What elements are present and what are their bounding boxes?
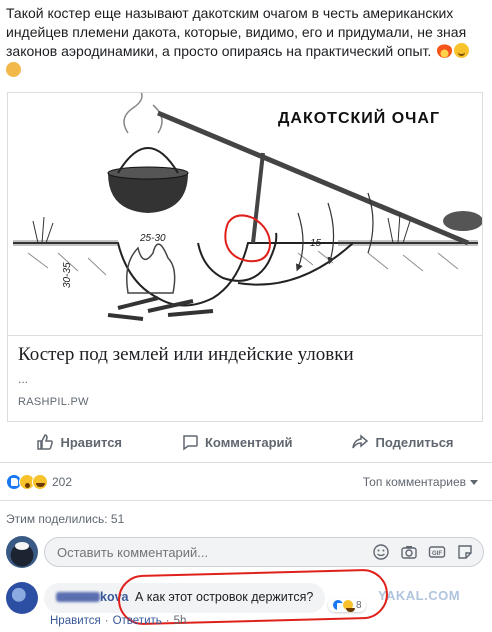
gif-icon[interactable]: GIF (428, 543, 446, 561)
hand-emoji-icon (6, 62, 21, 77)
haha-reaction-icon (32, 474, 48, 490)
share-label: Поделиться (375, 434, 454, 450)
comment: kova А как этот островок держится? 8 YAK… (6, 580, 486, 620)
comment-sort-dropdown[interactable]: Топ комментариев (363, 475, 478, 489)
illustration-heading: ДАКОТСКИЙ ОЧАГ (278, 108, 440, 127)
link-title[interactable]: Костер под землей или индейские уловки (18, 344, 354, 366)
comment-icon (183, 435, 198, 451)
dimension-channel-label: 15 (310, 238, 322, 249)
dimension-depth-label: 30-35 (62, 262, 73, 288)
dakota-fire-pit-illustration: 25-30 15 30-35 ДАКОТСКИЙ ОЧАГ (13, 93, 482, 321)
comment-label: Комментарий (204, 434, 293, 450)
divider (0, 462, 492, 463)
haha-reaction-icon (342, 599, 355, 612)
like-label: Нравится (60, 434, 123, 450)
post-body: Такой костер еще называют дакотским очаг… (6, 5, 467, 59)
separator-dot: · (165, 615, 170, 627)
composer-icons: GIF (372, 543, 474, 561)
comment-reactions[interactable]: 8 (328, 598, 366, 612)
like-button[interactable]: Нравится (36, 433, 122, 451)
share-button[interactable]: Поделиться (351, 433, 454, 451)
divider (0, 500, 492, 501)
emoji-icon[interactable] (372, 543, 390, 561)
share-arrow-icon (352, 434, 369, 449)
comment-reaction-count: 8 (356, 599, 362, 611)
comment-actions: Нравится · Ответить · 5h (50, 615, 186, 627)
link-meta[interactable]: Костер под землей или индейские уловки .… (8, 335, 482, 421)
link-domain: RASHPIL.PW (18, 396, 89, 408)
comment-button[interactable]: Комментарий (181, 433, 293, 451)
avatar[interactable] (6, 536, 38, 568)
post-actions: Нравится Комментарий Поделиться (7, 428, 483, 456)
svg-text:GIF: GIF (432, 551, 442, 557)
comment-time[interactable]: 5h (174, 615, 187, 627)
commenter-avatar[interactable] (6, 582, 38, 614)
thumbs-up-icon (37, 434, 54, 450)
sort-label: Топ комментариев (362, 475, 466, 489)
author-name-suffix: kova (100, 590, 129, 604)
camera-icon[interactable] (400, 543, 418, 561)
comment-reply-link[interactable]: Ответить (113, 615, 162, 627)
comment-text: А как этот островок держится? (134, 590, 314, 604)
smile-emoji-icon (454, 43, 470, 58)
redacted-name (56, 592, 100, 602)
link-description: ... (18, 372, 29, 386)
dimension-width-label: 25-30 (139, 233, 166, 244)
caret-down-icon (470, 479, 478, 485)
comment-like-link[interactable]: Нравится (50, 615, 101, 627)
link-preview-image[interactable]: 25-30 15 30-35 ДАКОТСКИЙ ОЧАГ (8, 93, 482, 335)
watermark: YAKAL.COM (378, 588, 461, 603)
comment-author[interactable]: kova (56, 590, 129, 604)
reactions-summary[interactable]: 202 (6, 474, 72, 490)
comment-composer: GIF (6, 536, 484, 568)
reaction-count: 202 (52, 475, 73, 489)
sticker-icon[interactable] (456, 543, 474, 561)
comment-bubble: kova А как этот островок держится? (44, 583, 326, 613)
post-text: Такой костер еще называют дакотским очаг… (6, 4, 484, 80)
link-preview-card[interactable]: 25-30 15 30-35 ДАКОТСКИЙ ОЧАГ Костер под… (7, 92, 483, 422)
fire-emoji-icon (437, 43, 453, 58)
separator-dot: · (104, 615, 109, 627)
shares-count[interactable]: Этим поделились: 51 (6, 512, 124, 526)
